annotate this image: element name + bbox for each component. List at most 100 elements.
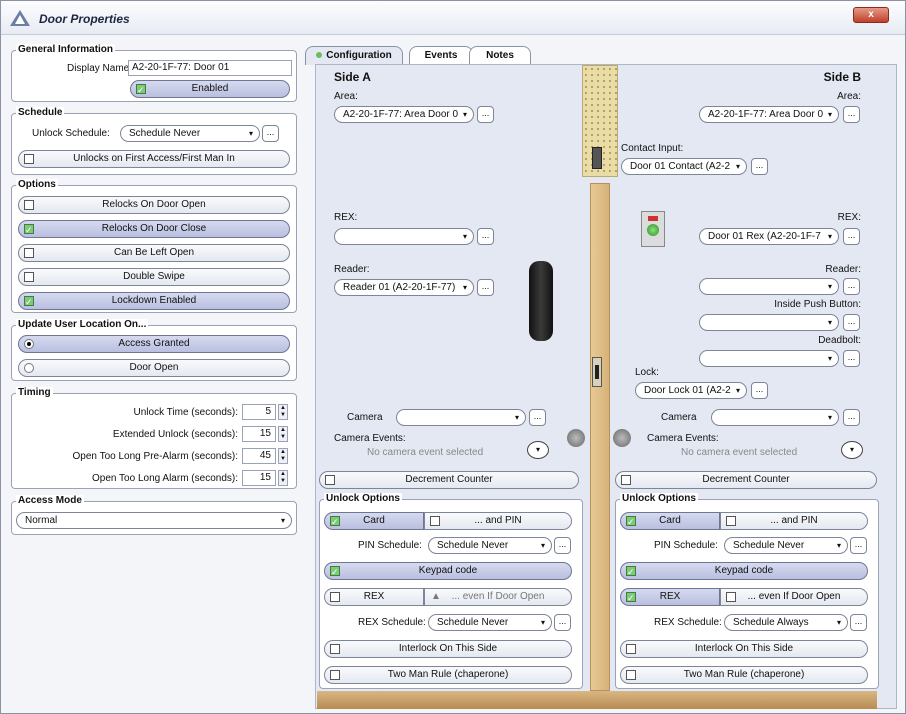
side-b-pin-schedule-select[interactable]: Schedule Never ▾ — [724, 537, 848, 554]
side-b-camera-select[interactable]: ▾ — [711, 409, 839, 426]
side-a-area-more-button[interactable]: ... — [477, 106, 494, 123]
first-access-checkbox[interactable] — [24, 154, 34, 164]
checkbox[interactable] — [330, 670, 340, 680]
side-a-two-man-toggle[interactable]: Two Man Rule (chaperone) — [324, 666, 572, 684]
side-a-pin-schedule-more-button[interactable]: ... — [554, 537, 571, 554]
side-a-keypad-toggle[interactable]: Keypad code — [324, 562, 572, 580]
side-b-push-button-more-button[interactable]: ... — [843, 314, 860, 331]
unlock-time-spinner[interactable]: ▲ ▼ — [278, 404, 288, 420]
side-b-area-more-button[interactable]: ... — [843, 106, 860, 123]
checkbox[interactable] — [330, 644, 340, 654]
side-b-camera-events-button[interactable]: ▾ — [841, 441, 863, 459]
side-b-contact-select[interactable]: Door 01 Contact (A2-2 ▾ — [621, 158, 747, 175]
side-b-lock-select[interactable]: Door Lock 01 (A2-2 ▾ — [635, 382, 747, 399]
side-a-rex-select[interactable]: ▾ — [334, 228, 474, 245]
checkbox[interactable] — [626, 514, 636, 530]
extended-unlock-spinner[interactable]: ▲ ▼ — [278, 426, 288, 442]
unlock-schedule-more-button[interactable]: ... — [262, 125, 279, 142]
checkbox[interactable] — [726, 516, 736, 526]
checkbox[interactable] — [330, 564, 340, 580]
can-be-left-open-toggle[interactable]: Can Be Left Open — [18, 244, 290, 262]
side-a-even-if-open-toggle[interactable]: ▲ ... even If Door Open — [424, 588, 572, 606]
side-b-and-pin-toggle[interactable]: ... and PIN — [720, 512, 868, 530]
checkbox[interactable] — [24, 248, 34, 258]
checkbox[interactable] — [24, 294, 34, 310]
side-a-reader-select[interactable]: Reader 01 (A2-20-1F-77) ▾ — [334, 279, 474, 296]
radio-dot[interactable] — [24, 339, 34, 349]
side-b-pin-schedule-more-button[interactable]: ... — [850, 537, 867, 554]
checkbox[interactable] — [626, 590, 636, 606]
side-b-rex-select[interactable]: Door 01 Rex (A2-20-1F-7 ▾ — [699, 228, 839, 245]
radio-dot[interactable] — [24, 363, 34, 373]
display-name-field[interactable]: A2-20-1F-77: Door 01 — [128, 60, 292, 76]
side-b-lock-more-button[interactable]: ... — [751, 382, 768, 399]
side-a-interlock-toggle[interactable]: Interlock On This Side — [324, 640, 572, 658]
checkbox[interactable] — [626, 670, 636, 680]
double-swipe-toggle[interactable]: Double Swipe — [18, 268, 290, 286]
side-b-deadbolt-more-button[interactable]: ... — [843, 350, 860, 367]
side-b-rex-schedule-select[interactable]: Schedule Always ▾ — [724, 614, 848, 631]
side-a-camera-events-button[interactable]: ▾ — [527, 441, 549, 459]
side-b-card-toggle[interactable]: Card — [620, 512, 720, 530]
relocks-on-door-close-toggle[interactable]: Relocks On Door Close — [18, 220, 290, 238]
side-b-even-if-open-toggle[interactable]: ... even If Door Open — [720, 588, 868, 606]
enabled-toggle[interactable]: Enabled — [130, 80, 290, 98]
side-b-rex-toggle[interactable]: REX — [620, 588, 720, 606]
access-mode-select[interactable]: Normal ▾ — [16, 512, 292, 529]
checkbox[interactable] — [430, 516, 440, 526]
enabled-checkbox[interactable] — [136, 82, 146, 98]
side-b-keypad-toggle[interactable]: Keypad code — [620, 562, 868, 580]
checkbox[interactable] — [626, 564, 636, 580]
tab-notes[interactable]: Notes — [469, 46, 531, 65]
pre-alarm-spinner[interactable]: ▲ ▼ — [278, 448, 288, 464]
lockdown-enabled-toggle[interactable]: Lockdown Enabled — [18, 292, 290, 310]
relocks-on-door-open-toggle[interactable]: Relocks On Door Open — [18, 196, 290, 214]
side-b-contact-more-button[interactable]: ... — [751, 158, 768, 175]
checkbox[interactable] — [24, 272, 34, 282]
side-a-rex-more-button[interactable]: ... — [477, 228, 494, 245]
side-b-deadbolt-select[interactable]: ▾ — [699, 350, 839, 367]
unlock-schedule-value: Schedule Never — [129, 128, 201, 139]
side-b-push-button-select[interactable]: ▾ — [699, 314, 839, 331]
side-b-two-man-toggle[interactable]: Two Man Rule (chaperone) — [620, 666, 868, 684]
door-open-radio[interactable]: Door Open — [18, 359, 290, 377]
side-a-pin-schedule-select[interactable]: Schedule Never ▾ — [428, 537, 552, 554]
checkbox[interactable] — [24, 222, 34, 238]
side-b-reader-more-button[interactable]: ... — [843, 278, 860, 295]
side-a-reader-more-button[interactable]: ... — [477, 279, 494, 296]
checkbox[interactable] — [330, 592, 340, 602]
alarm-spinner[interactable]: ▲ ▼ — [278, 470, 288, 486]
unlock-time-field[interactable]: 5 — [242, 404, 276, 420]
side-a-rex-schedule-select[interactable]: Schedule Never ▾ — [428, 614, 552, 631]
unlock-schedule-select[interactable]: Schedule Never ▾ — [120, 125, 260, 142]
side-a-and-pin-toggle[interactable]: ... and PIN — [424, 512, 572, 530]
side-a-area-select[interactable]: A2-20-1F-77: Area Door 0 ▾ — [334, 106, 474, 123]
pre-alarm-field[interactable]: 45 — [242, 448, 276, 464]
access-granted-radio[interactable]: Access Granted — [18, 335, 290, 353]
side-a-rex-schedule-more-button[interactable]: ... — [554, 614, 571, 631]
side-b-rex-more-button[interactable]: ... — [843, 228, 860, 245]
side-a-camera-select[interactable]: ▾ — [396, 409, 526, 426]
side-a-camera-more-button[interactable]: ... — [529, 409, 546, 426]
side-b-interlock-toggle[interactable]: Interlock On This Side — [620, 640, 868, 658]
tab-configuration[interactable]: Configuration — [305, 46, 403, 65]
alarm-field[interactable]: 15 — [242, 470, 276, 486]
side-a-decrement-counter-toggle[interactable]: Decrement Counter — [319, 471, 579, 489]
close-button[interactable]: x — [853, 7, 889, 23]
side-b-decrement-counter-toggle[interactable]: Decrement Counter — [615, 471, 877, 489]
first-access-toggle[interactable]: Unlocks on First Access/First Man In — [18, 150, 290, 168]
checkbox[interactable] — [325, 475, 335, 485]
side-a-card-toggle[interactable]: Card — [324, 512, 424, 530]
side-b-area-select[interactable]: A2-20-1F-77: Area Door 0 ▾ — [699, 106, 839, 123]
checkbox[interactable] — [24, 200, 34, 210]
side-a-rex-toggle[interactable]: REX — [324, 588, 424, 606]
checkbox[interactable] — [330, 514, 340, 530]
side-b-rex-schedule-more-button[interactable]: ... — [850, 614, 867, 631]
tab-events[interactable]: Events — [409, 46, 473, 65]
extended-unlock-field[interactable]: 15 — [242, 426, 276, 442]
checkbox[interactable] — [626, 644, 636, 654]
checkbox[interactable] — [726, 592, 736, 602]
side-b-reader-select[interactable]: ▾ — [699, 278, 839, 295]
side-b-camera-more-button[interactable]: ... — [843, 409, 860, 426]
checkbox[interactable] — [621, 475, 631, 485]
